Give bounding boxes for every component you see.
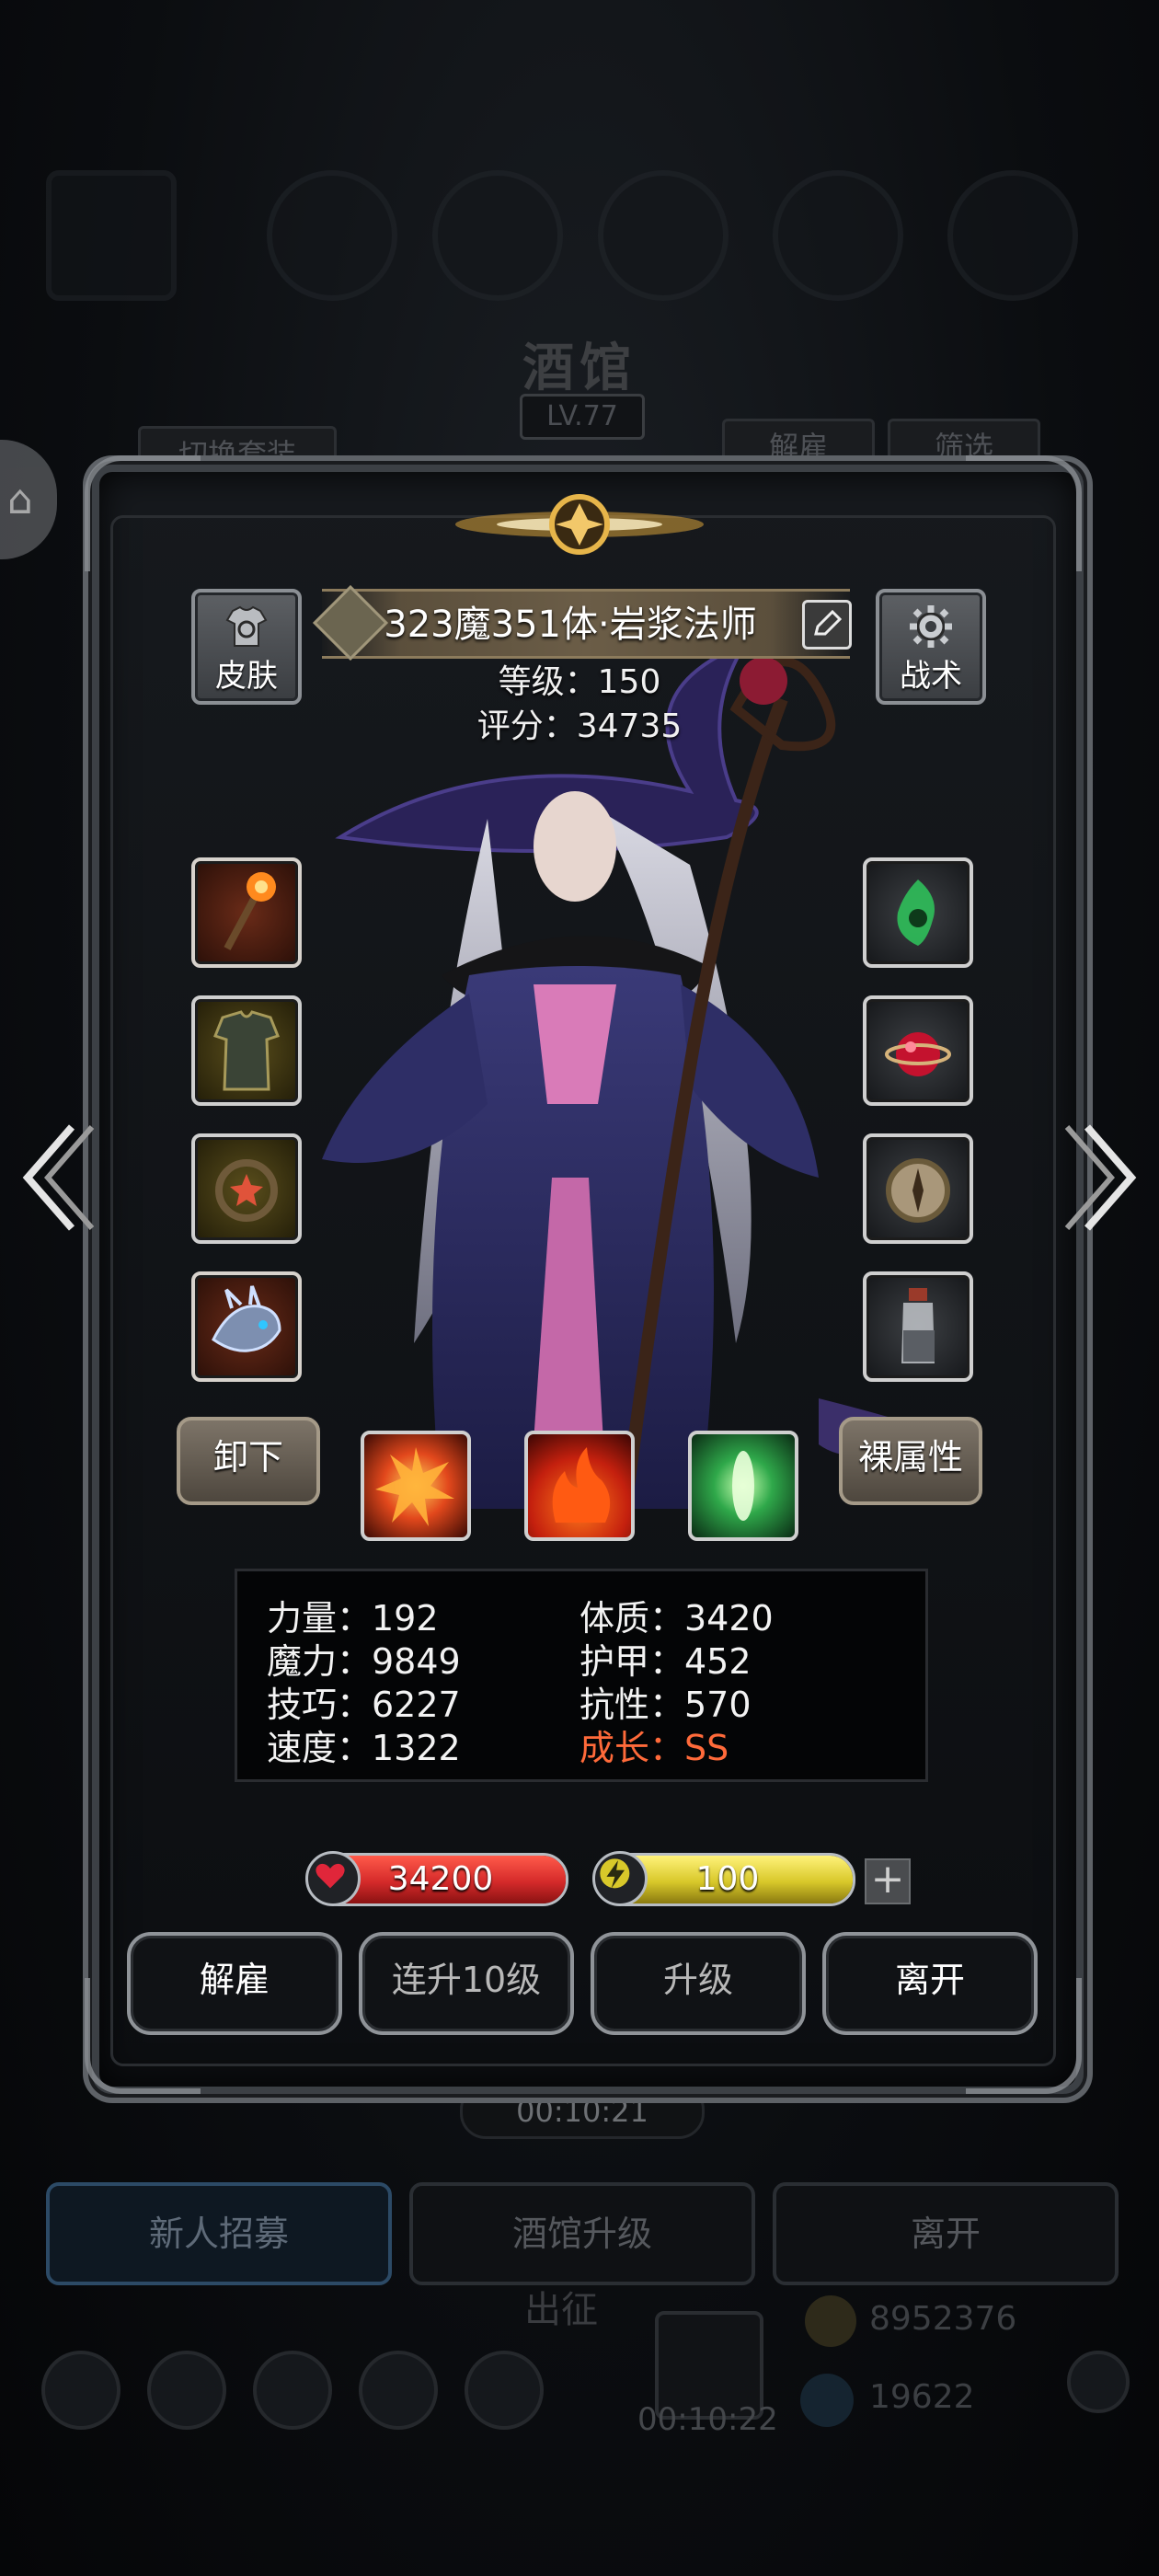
green-light-icon	[732, 1451, 754, 1521]
heart-icon	[305, 1851, 361, 1906]
recruit-button[interactable]: 新人招募	[46, 2182, 392, 2285]
robe-icon	[213, 1010, 280, 1091]
tavern-upgrade-button[interactable]: 酒馆升级	[409, 2182, 755, 2285]
compass-icon	[886, 1158, 950, 1223]
equip-slot-compass[interactable]	[863, 1133, 973, 1244]
potion-bottle-icon	[901, 1288, 935, 1363]
level-up-10-button[interactable]: 连升10级	[359, 1932, 574, 2035]
base-attributes-button[interactable]: 裸属性	[839, 1417, 982, 1505]
gem-amount: 19622	[869, 2378, 975, 2416]
skin-label: 皮肤	[215, 658, 278, 695]
background-circle-slot	[773, 170, 903, 301]
equip-slot-armor[interactable]	[191, 995, 302, 1106]
flame-icon	[552, 1447, 611, 1523]
level-up-button[interactable]: 升级	[591, 1932, 806, 2035]
equip-slot-amulet[interactable]	[863, 857, 973, 968]
unequip-button[interactable]: 卸下	[177, 1417, 320, 1505]
background-top-icon-row	[37, 170, 1141, 301]
lightning-icon	[592, 1851, 648, 1906]
equip-slot-pet[interactable]	[191, 1271, 302, 1382]
add-energy-button[interactable]: +	[865, 1858, 911, 1904]
crest-emblem-icon	[455, 494, 704, 555]
dismiss-button[interactable]: 解雇	[127, 1932, 342, 2035]
green-flame-icon	[897, 880, 935, 946]
background-circle-slot	[947, 170, 1078, 301]
hero-level: 等级：150	[498, 663, 661, 701]
castle-icon: ⌂	[7, 477, 33, 523]
background-circle-slot	[598, 170, 729, 301]
edit-name-icon[interactable]	[802, 600, 852, 650]
skill-slot-2[interactable]	[524, 1431, 635, 1541]
gem-icon	[800, 2374, 854, 2427]
skill-slot-3[interactable]	[688, 1431, 798, 1541]
nav-circle-icon[interactable]	[359, 2351, 438, 2430]
hero-name: 323魔351体·岩浆法师	[384, 604, 757, 646]
previous-hero-arrow-icon[interactable]	[17, 1118, 99, 1237]
tavern-title: 酒馆	[522, 338, 637, 398]
nav-circle-icon[interactable]	[465, 2351, 544, 2430]
heart-glyph	[316, 1863, 345, 1889]
background-hero-slot	[46, 170, 177, 301]
gear-icon	[910, 605, 952, 648]
gold-coin-icon	[805, 2295, 856, 2347]
background-leave-button[interactable]: 离开	[773, 2182, 1119, 2285]
equip-slot-gem[interactable]	[863, 995, 973, 1106]
nav-circle-icon[interactable]	[41, 2351, 120, 2430]
sortie-timer: 00:10:22	[637, 2401, 778, 2438]
equip-slot-staff[interactable]	[191, 857, 302, 968]
attr-speed: 速度：1322	[267, 1728, 461, 1768]
tactics-button[interactable]: 战术	[876, 589, 986, 705]
skin-button[interactable]: 皮肤	[191, 589, 302, 705]
tactics-label: 战术	[900, 658, 962, 695]
equip-slot-ring[interactable]	[191, 1133, 302, 1244]
fire-burst-icon	[375, 1447, 454, 1526]
frame-ornament	[966, 455, 1082, 571]
tavern-level-badge: LV.77	[520, 394, 645, 440]
equip-slot-potion[interactable]	[863, 1271, 973, 1382]
next-hero-arrow-icon[interactable]	[1060, 1118, 1142, 1237]
background-circle-slot	[432, 170, 563, 301]
background-circle-slot	[267, 170, 397, 301]
skill-slot-1[interactable]	[361, 1431, 471, 1541]
ring-icon	[215, 1159, 278, 1222]
nav-circle-icon[interactable]	[1067, 2351, 1130, 2413]
dragon-icon	[212, 1285, 281, 1352]
red-orb-icon	[885, 1032, 951, 1076]
gold-amount: 8952376	[869, 2300, 1017, 2338]
lightning-glyph	[600, 1858, 630, 1889]
nav-circle-icon[interactable]	[253, 2351, 332, 2430]
fire-staff-icon	[224, 872, 276, 950]
leave-button[interactable]: 离开	[822, 1932, 1038, 2035]
shirt-refresh-icon	[225, 605, 268, 647]
attr-growth: 成长：SS	[580, 1728, 729, 1768]
frame-ornament	[85, 455, 201, 571]
nav-circle-icon[interactable]	[147, 2351, 226, 2430]
hero-score: 评分：34735	[476, 707, 683, 745]
